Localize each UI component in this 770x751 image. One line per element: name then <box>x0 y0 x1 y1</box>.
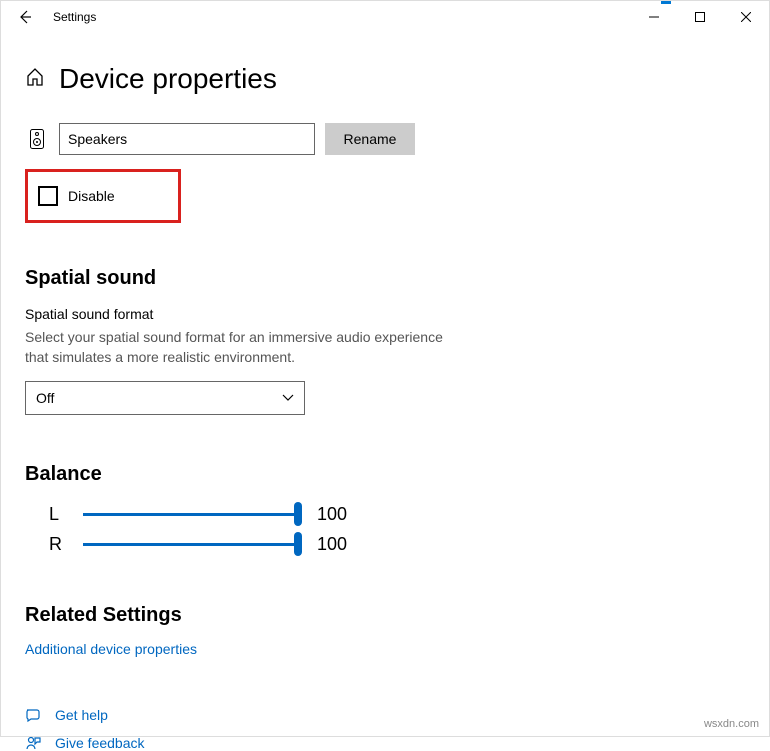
balance-left-label: L <box>49 504 65 525</box>
balance-right-row: R 100 <box>49 532 745 556</box>
get-help-link: Get help <box>55 707 108 723</box>
content-area: Device properties Rename Disable Spatial… <box>1 33 769 751</box>
give-feedback-link: Give feedback <box>55 735 145 751</box>
related-settings-heading: Related Settings <box>25 604 745 627</box>
spatial-selected-value: Off <box>36 390 54 406</box>
spatial-format-subhead: Spatial sound format <box>25 306 745 322</box>
minimize-icon <box>649 12 659 22</box>
disable-label: Disable <box>68 188 115 204</box>
balance-left-row: L 100 <box>49 502 745 526</box>
balance-left-slider[interactable] <box>83 502 299 526</box>
disable-checkbox-group[interactable]: Disable <box>25 169 181 223</box>
page-title: Device properties <box>59 63 277 95</box>
give-feedback-row[interactable]: Give feedback <box>25 735 745 751</box>
balance-left-value: 100 <box>317 504 347 525</box>
titlebar: Settings <box>1 1 769 33</box>
page-header: Device properties <box>25 63 745 95</box>
additional-properties-link[interactable]: Additional device properties <box>25 641 197 657</box>
device-row: Rename <box>25 123 745 155</box>
close-button[interactable] <box>723 1 769 33</box>
disable-checkbox[interactable] <box>38 186 58 206</box>
home-icon[interactable] <box>25 67 45 92</box>
spatial-format-select[interactable]: Off <box>25 381 305 415</box>
speaker-icon <box>25 129 49 149</box>
rename-button[interactable]: Rename <box>325 123 415 155</box>
minimize-button[interactable] <box>631 1 677 33</box>
maximize-icon <box>695 12 705 22</box>
device-name-input[interactable] <box>59 123 315 155</box>
get-help-row[interactable]: Get help <box>25 707 745 723</box>
spatial-sound-heading: Spatial sound <box>25 267 745 290</box>
window-title: Settings <box>53 10 96 24</box>
balance-heading: Balance <box>25 463 745 486</box>
help-links: Get help Give feedback <box>25 707 745 751</box>
back-button[interactable] <box>7 1 43 33</box>
balance-right-label: R <box>49 534 65 555</box>
window-controls <box>631 1 769 33</box>
maximize-button[interactable] <box>677 1 723 33</box>
spatial-description: Select your spatial sound format for an … <box>25 328 465 367</box>
chat-help-icon <box>25 707 41 723</box>
feedback-person-icon <box>25 735 41 751</box>
close-icon <box>741 12 751 22</box>
balance-right-value: 100 <box>317 534 347 555</box>
chevron-down-icon <box>282 394 294 402</box>
watermark: wsxdn.com <box>704 718 759 730</box>
balance-right-slider[interactable] <box>83 532 299 556</box>
arrow-left-icon <box>17 9 33 25</box>
